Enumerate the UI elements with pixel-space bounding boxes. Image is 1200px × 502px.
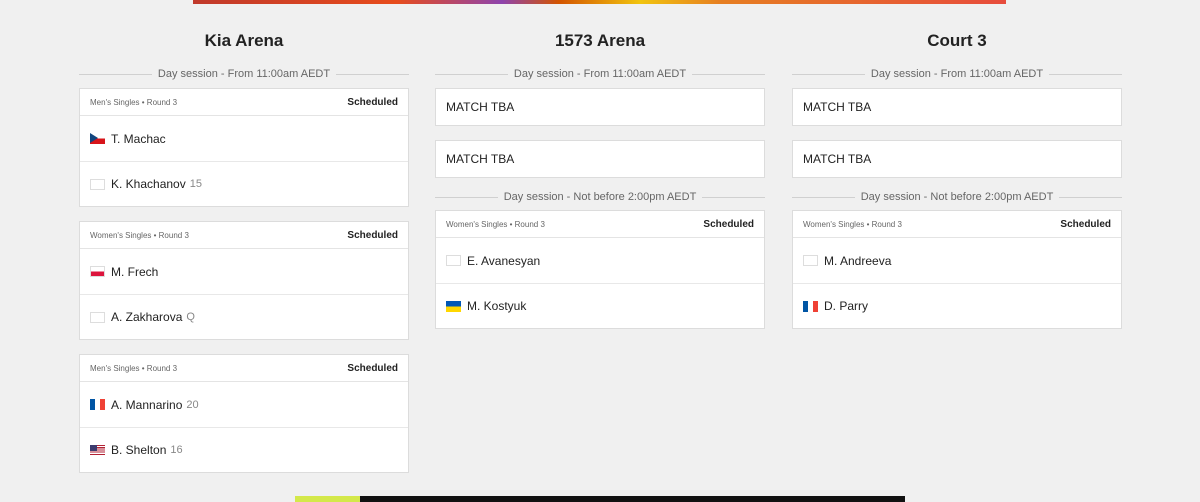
match-card[interactable]: Men's Singles • Round 3 Scheduled T. Mac… (79, 88, 409, 207)
match-round: Women's Singles • Round 3 (446, 219, 545, 229)
session-divider: Day session - From 11:00am AEDT (79, 67, 409, 81)
session-divider: Day session - Not before 2:00pm AEDT (435, 190, 765, 204)
blank-flag-icon (90, 178, 105, 190)
match-header: Men's Singles • Round 3 Scheduled (80, 355, 408, 382)
poland-flag-icon (90, 266, 105, 277)
match-card[interactable]: Women's Singles • Round 3 Scheduled M. F… (79, 221, 409, 340)
player-seed: 16 (170, 444, 183, 456)
match-header: Women's Singles • Round 3 Scheduled (793, 211, 1121, 238)
player-name: K. Khachanov (111, 177, 186, 191)
session-label: Day session - From 11:00am AEDT (507, 68, 693, 80)
match-round: Women's Singles • Round 3 (803, 219, 902, 229)
session-divider: Day session - From 11:00am AEDT (792, 67, 1122, 81)
player-name: A. Mannarino (111, 397, 183, 412)
session-label: Day session - From 11:00am AEDT (864, 68, 1050, 80)
match-status: Scheduled (347, 96, 398, 108)
player-row[interactable]: E. Avanesyan (436, 238, 764, 283)
match-header: Men's Singles • Round 3 Scheduled (80, 89, 408, 116)
player-row[interactable]: T. Machac (80, 116, 408, 161)
match-header: Women's Singles • Round 3 Scheduled (436, 211, 764, 238)
player-name: T. Machac (111, 131, 166, 146)
match-card[interactable]: Women's Singles • Round 3 Scheduled M. A… (792, 210, 1122, 329)
player-row[interactable]: M. Kostyuk (436, 283, 764, 328)
court-column-1573-arena: 1573 Arena Day session - From 11:00am AE… (435, 30, 765, 329)
player-row[interactable]: M. Andreeva (793, 238, 1121, 283)
match-status: Scheduled (347, 229, 398, 241)
player-name: E. Avanesyan (467, 253, 541, 268)
blank-flag-icon (446, 255, 461, 266)
session-label: Day session - Not before 2:00pm AEDT (854, 191, 1060, 203)
match-card[interactable]: Men's Singles • Round 3 Scheduled A. Man… (79, 354, 409, 473)
blank-flag-icon (90, 311, 105, 323)
top-banner-image (193, 0, 1006, 4)
match-tba-card[interactable]: MATCH TBA (792, 140, 1122, 178)
player-name: D. Parry (824, 299, 869, 313)
france-flag-icon (90, 399, 105, 410)
match-header: Women's Singles • Round 3 Scheduled (80, 222, 408, 249)
match-round: Men's Singles • Round 3 (90, 97, 178, 107)
player-name: M. Andreeva (824, 253, 892, 268)
player-name: B. Shelton (111, 443, 167, 457)
player-row[interactable]: B. Shelton 16 (80, 427, 408, 472)
player-name: A. Zakharova (111, 310, 183, 324)
player-row[interactable]: M. Frech (80, 249, 408, 294)
session-divider: Day session - Not before 2:00pm AEDT (792, 190, 1122, 204)
france-flag-icon (803, 300, 818, 312)
player-name: M. Frech (111, 264, 159, 279)
match-tba-card[interactable]: MATCH TBA (792, 88, 1122, 126)
match-status: Scheduled (703, 218, 754, 230)
match-round: Women's Singles • Round 3 (90, 230, 189, 240)
court-title: Kia Arena (204, 31, 284, 50)
player-seed: 20 (186, 398, 199, 411)
match-card[interactable]: Women's Singles • Round 3 Scheduled E. A… (435, 210, 765, 329)
court-title: 1573 Arena (554, 31, 646, 50)
session-label: Day session - Not before 2:00pm AEDT (497, 191, 703, 203)
court-column-court-3: Court 3 Day session - From 11:00am AEDT … (792, 30, 1122, 329)
court-title: Court 3 (927, 31, 987, 50)
player-name: M. Kostyuk (467, 299, 527, 313)
blank-flag-icon (803, 255, 818, 266)
usa-flag-icon (90, 444, 105, 456)
player-seed: Q (186, 311, 195, 323)
player-row[interactable]: D. Parry (793, 283, 1121, 328)
ukraine-flag-icon (446, 300, 461, 312)
match-status: Scheduled (347, 362, 398, 374)
match-tba-card[interactable]: MATCH TBA (435, 140, 765, 178)
bottom-banner-image (295, 496, 905, 502)
banner-accent (295, 496, 360, 502)
player-row[interactable]: K. Khachanov 15 (80, 161, 408, 206)
player-seed: 15 (189, 178, 202, 190)
czech-flag-icon (90, 133, 105, 144)
court-column-kia-arena: Kia Arena Day session - From 11:00am AED… (79, 30, 409, 473)
player-row[interactable]: A. Mannarino 20 (80, 382, 408, 427)
match-round: Men's Singles • Round 3 (90, 363, 178, 373)
player-row[interactable]: A. Zakharova Q (80, 294, 408, 339)
match-status: Scheduled (1060, 218, 1111, 230)
session-label: Day session - From 11:00am AEDT (151, 68, 337, 80)
match-tba-card[interactable]: MATCH TBA (435, 88, 765, 126)
session-divider: Day session - From 11:00am AEDT (435, 67, 765, 81)
